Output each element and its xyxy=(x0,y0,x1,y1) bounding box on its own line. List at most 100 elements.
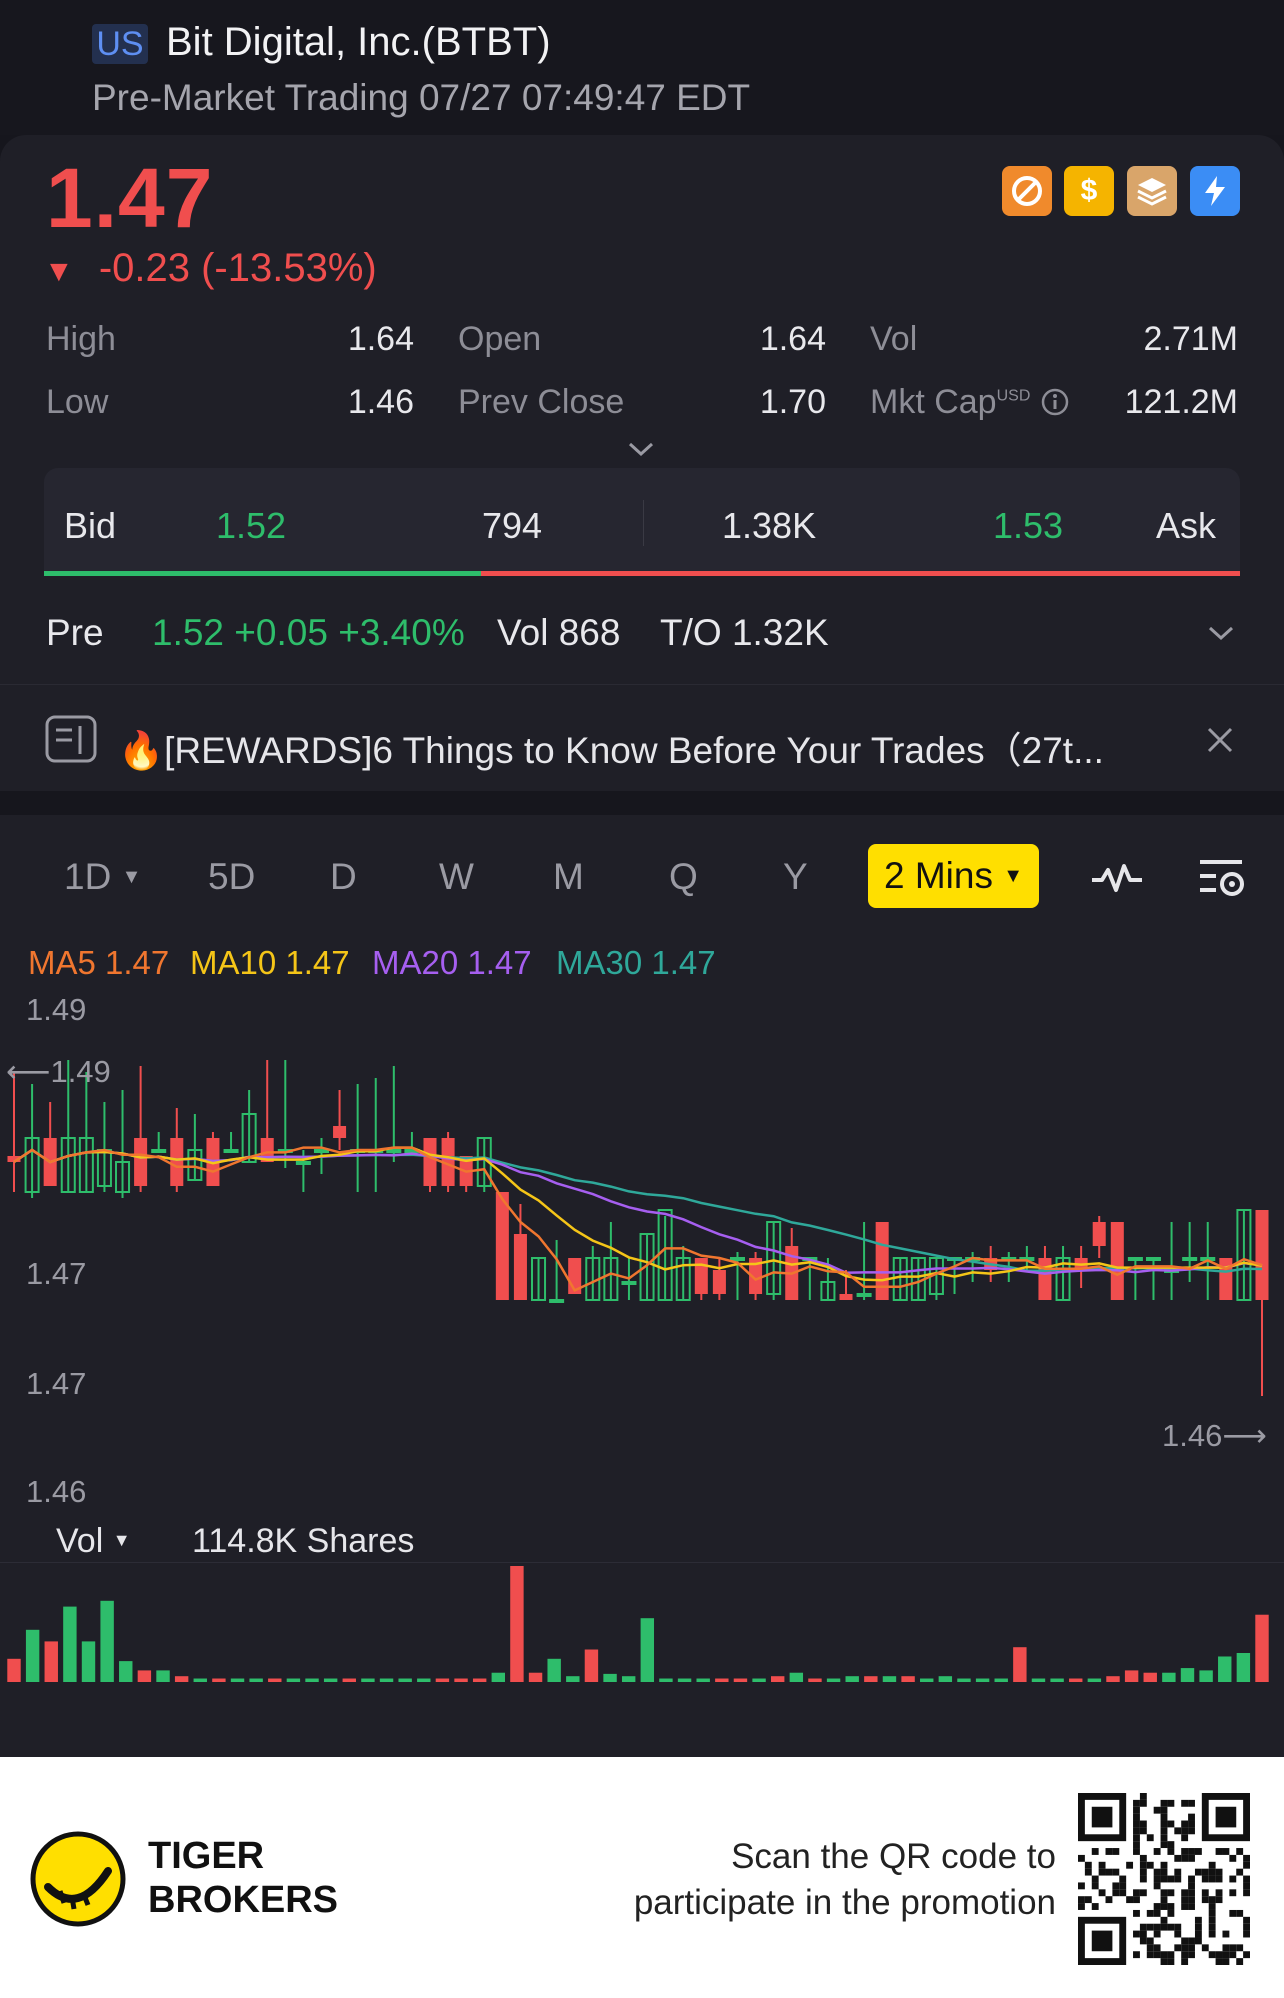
tab-d[interactable]: D xyxy=(330,856,357,898)
chevron-down-icon[interactable] xyxy=(626,434,656,464)
close-icon[interactable] xyxy=(1204,724,1236,756)
volume-bar xyxy=(156,1670,170,1682)
volume-indicator-dropdown[interactable]: Vol ▼ xyxy=(56,1522,131,1561)
pre-turnover: T/O 1.32K xyxy=(660,612,829,653)
ma5-label: MA5 1.47 xyxy=(28,944,170,981)
indicator-icon[interactable] xyxy=(1090,858,1144,898)
volume-bar xyxy=(603,1673,617,1682)
tab-m[interactable]: M xyxy=(553,856,584,898)
prev-close-value: 1.70 xyxy=(759,383,826,421)
ask-size: 1.38K xyxy=(722,505,817,546)
layers-icon[interactable] xyxy=(1127,166,1177,216)
open-label: Open xyxy=(458,320,542,358)
volume-bar xyxy=(975,1678,990,1682)
volume-bar xyxy=(845,1676,859,1682)
candle-body xyxy=(729,1257,745,1261)
mkt-cap-unit: USD xyxy=(996,387,1031,405)
last-price: 1.47 xyxy=(46,151,214,245)
tab-q[interactable]: Q xyxy=(669,856,698,898)
ma30-label: MA30 1.47 xyxy=(556,944,716,981)
volume-bar xyxy=(230,1678,245,1682)
bid-price: 1.52 xyxy=(216,505,287,546)
stock-title[interactable]: Bit Digital, Inc.(BTBT) xyxy=(166,20,551,65)
tab-5d[interactable]: 5D xyxy=(208,856,255,898)
volume-bar xyxy=(920,1678,934,1682)
dollar-icon[interactable]: $ xyxy=(1064,166,1114,216)
volume-bar xyxy=(342,1678,356,1682)
pre-label: Pre xyxy=(46,612,104,653)
volume-bar xyxy=(81,1641,96,1682)
volume-bar xyxy=(249,1678,263,1682)
high-marker: ⟵1.49 xyxy=(6,1054,111,1089)
candle-body xyxy=(839,1294,853,1300)
bid-size: 794 xyxy=(482,505,543,546)
candle-body xyxy=(151,1149,167,1153)
volume-bar xyxy=(808,1678,822,1682)
volume-bar xyxy=(212,1678,226,1682)
open-value: 1.64 xyxy=(759,320,826,358)
volume-bar xyxy=(305,1678,319,1682)
volume-bar xyxy=(826,1678,841,1682)
info-icon[interactable] xyxy=(1040,387,1070,417)
promo-text: Scan the QR code to participate in the p… xyxy=(633,1837,1056,1922)
mkt-cap-label[interactable]: Mkt CapUSD xyxy=(870,383,1070,422)
tab-w[interactable]: W xyxy=(439,856,474,898)
candle-body xyxy=(856,1293,872,1297)
price-change: ▼ -0.23 (-13.53%) xyxy=(44,246,377,291)
candle-body xyxy=(1092,1222,1106,1246)
mkt-cap-text: Mkt Cap xyxy=(870,383,997,421)
volume-chart[interactable] xyxy=(0,1564,1284,1686)
candle-body xyxy=(223,1149,239,1153)
candle-body xyxy=(134,1138,148,1186)
prev-close-label: Prev Close xyxy=(458,383,625,421)
candle-body xyxy=(1038,1258,1052,1300)
tiger-logo-icon xyxy=(30,1831,126,1927)
high-value: 1.64 xyxy=(347,320,414,358)
tab-y[interactable]: Y xyxy=(783,856,808,898)
volume-bar xyxy=(268,1678,282,1682)
vol-label: Vol xyxy=(870,320,918,358)
bid-label: Bid xyxy=(64,505,117,546)
volume-bar xyxy=(435,1678,450,1682)
bid-ask-divider xyxy=(643,500,644,546)
volume-bar xyxy=(1013,1647,1027,1682)
candle-body xyxy=(313,1149,329,1153)
chart-settings-icon[interactable] xyxy=(1198,854,1248,902)
candle-body xyxy=(1182,1257,1198,1261)
volume-bar xyxy=(1218,1656,1232,1682)
candle-body xyxy=(1255,1210,1269,1300)
low-marker: 1.46⟶ xyxy=(1162,1418,1267,1453)
candle-body xyxy=(513,1234,527,1300)
ask-price: 1.53 xyxy=(993,505,1064,546)
candlestick-chart[interactable] xyxy=(0,990,1284,1490)
no-sign-icon[interactable] xyxy=(1002,166,1052,216)
volume-bar xyxy=(733,1678,748,1682)
volume-bar xyxy=(621,1676,636,1682)
volume-bar xyxy=(1087,1678,1102,1682)
interval-dropdown[interactable]: 2 Mins ▼ xyxy=(868,844,1039,908)
volume-bar xyxy=(994,1678,1008,1682)
volume-bar xyxy=(398,1678,412,1682)
news-headline[interactable]: 🔥[REWARDS]6 Things to Know Before Your T… xyxy=(118,720,1104,774)
volume-bar xyxy=(957,1678,971,1682)
candle-body xyxy=(875,1222,889,1300)
volume-bar xyxy=(174,1676,189,1682)
volume-bar xyxy=(323,1678,338,1682)
session-status: Pre-Market Trading 07/27 07:49:47 EDT xyxy=(92,77,751,118)
tab-1d[interactable]: 1D ▼ xyxy=(64,856,141,898)
volume-bar xyxy=(379,1678,394,1682)
volume-bar xyxy=(63,1606,77,1682)
lightning-icon[interactable] xyxy=(1190,166,1240,216)
volume-bar xyxy=(566,1676,580,1682)
pre-volume: Vol 868 xyxy=(497,612,621,653)
chevron-down-icon[interactable] xyxy=(1206,618,1236,648)
caret-down-icon: ▼ xyxy=(1003,865,1024,887)
candle-body xyxy=(1145,1257,1161,1261)
volume-bar xyxy=(286,1678,301,1682)
candle-body xyxy=(423,1138,437,1186)
volume-bar xyxy=(1180,1668,1195,1682)
volume-bar xyxy=(1236,1653,1251,1682)
candle-body xyxy=(295,1161,311,1165)
volume-bar xyxy=(864,1676,878,1682)
volume-bar xyxy=(1106,1676,1120,1682)
